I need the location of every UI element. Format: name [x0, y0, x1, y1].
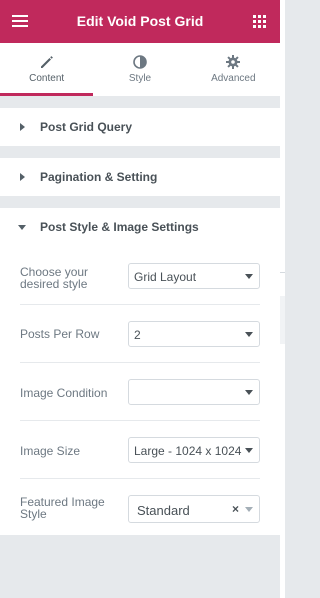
- control-label: Featured Image Style: [20, 495, 105, 521]
- editor-panel: Edit Void Post Grid Content Style Advanc…: [0, 0, 280, 598]
- chevron-down-icon: [245, 332, 253, 337]
- section-controls: Choose your desired style Grid Layout Po…: [0, 246, 280, 536]
- featured-image-style-select[interactable]: Standard ×: [128, 495, 260, 523]
- pencil-icon: [40, 56, 53, 68]
- control-posts-per-row: Posts Per Row 2: [20, 304, 260, 362]
- grid-icon[interactable]: [253, 15, 266, 28]
- control-image-size: Image Size Large - 1024 x 1024: [20, 420, 260, 478]
- tab-advanced-label: Advanced: [211, 73, 256, 84]
- select-value: Large - 1024 x 1024: [134, 444, 242, 458]
- posts-per-row-select[interactable]: 2: [128, 321, 260, 347]
- gear-icon: [226, 55, 241, 69]
- divider: [280, 272, 285, 273]
- tab-style[interactable]: Style: [93, 43, 186, 96]
- caret-right-icon: [20, 173, 25, 181]
- chevron-down-icon: [245, 274, 253, 279]
- image-condition-select[interactable]: [128, 379, 260, 405]
- section-post-grid-query-header[interactable]: Post Grid Query: [0, 108, 280, 146]
- tab-advanced[interactable]: Advanced: [187, 43, 280, 96]
- panel-header: Edit Void Post Grid: [0, 0, 280, 43]
- style-select[interactable]: Grid Layout: [128, 263, 260, 289]
- caret-down-icon: [18, 225, 26, 230]
- image-size-select[interactable]: Large - 1024 x 1024: [128, 437, 260, 463]
- section-post-grid-query: Post Grid Query: [0, 107, 280, 147]
- chevron-down-icon: [245, 390, 253, 395]
- tab-content-label: Content: [29, 73, 65, 84]
- preview-edge: [280, 0, 285, 598]
- control-label: Image Size: [20, 444, 81, 458]
- section-title: Post Style & Image Settings: [40, 220, 199, 234]
- section-pagination-setting: Pagination & Setting: [0, 157, 280, 197]
- panel-title: Edit Void Post Grid: [76, 13, 204, 29]
- resize-handle[interactable]: [280, 296, 285, 344]
- select-value: Standard: [137, 503, 190, 518]
- tab-content[interactable]: Content: [0, 43, 94, 96]
- contrast-icon: [133, 55, 147, 69]
- control-label: Posts Per Row: [20, 327, 100, 341]
- section-pagination-setting-header[interactable]: Pagination & Setting: [0, 158, 280, 196]
- control-featured-image-style: Featured Image Style Standard ×: [20, 478, 260, 536]
- control-label: Choose your desired style: [20, 265, 89, 291]
- section-title: Pagination & Setting: [40, 170, 158, 184]
- tab-style-label: Style: [128, 73, 152, 84]
- control-style: Choose your desired style Grid Layout: [20, 246, 260, 304]
- select-value: 2: [134, 328, 141, 342]
- control-label: Image Condition: [20, 386, 108, 400]
- caret-right-icon: [20, 123, 25, 131]
- section-title: Post Grid Query: [40, 120, 133, 134]
- chevron-down-icon: [245, 507, 253, 512]
- control-image-condition: Image Condition: [20, 362, 260, 420]
- section-post-style-image: Post Style & Image Settings Choose your …: [0, 207, 280, 536]
- clear-icon[interactable]: ×: [232, 502, 239, 516]
- chevron-down-icon: [245, 448, 253, 453]
- section-post-style-image-header[interactable]: Post Style & Image Settings: [0, 208, 280, 246]
- select-value: Grid Layout: [134, 270, 197, 284]
- panel-tabs: Content Style Advanced: [0, 43, 280, 97]
